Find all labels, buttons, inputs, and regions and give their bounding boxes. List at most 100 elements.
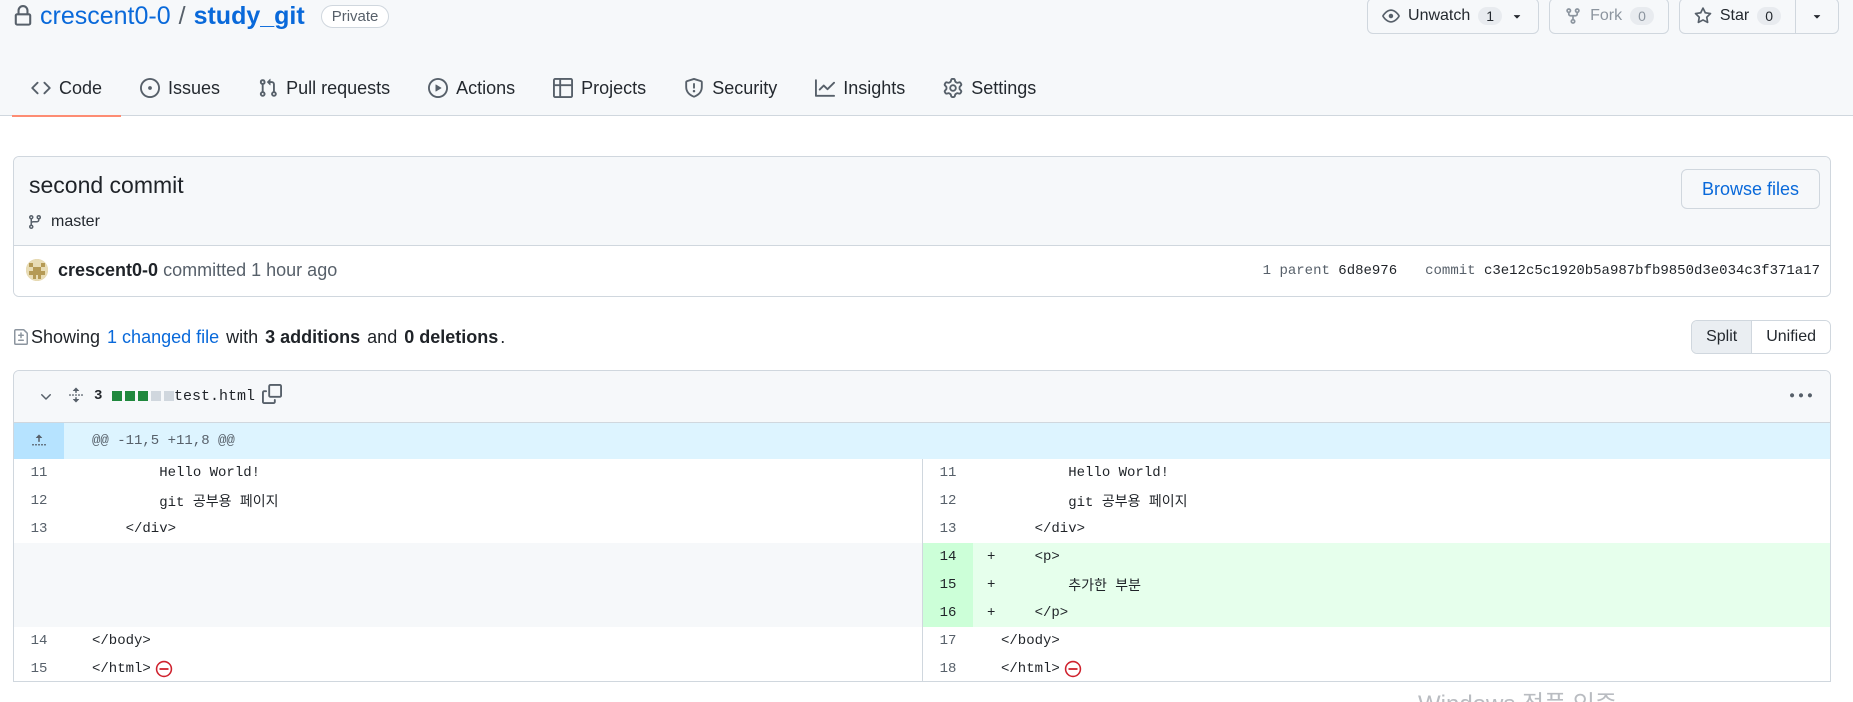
- context-marker: [987, 465, 1001, 481]
- branch-name[interactable]: master: [51, 213, 100, 231]
- shield-icon: [685, 78, 703, 98]
- repo-title: crescent0-0 / study_git Private: [12, 0, 390, 32]
- watch-button-group: Unwatch 1: [1367, 0, 1540, 34]
- diffstat-block-neutral: [164, 391, 175, 401]
- repo-owner-link[interactable]: crescent0-0: [40, 2, 171, 31]
- code-cell: Hello World!: [64, 459, 922, 487]
- line-number[interactable]: 14: [923, 543, 973, 571]
- file-header: 3 test.html: [14, 371, 1830, 423]
- tab-actions-label: Actions: [456, 77, 516, 98]
- tab-issues-label: Issues: [168, 77, 221, 98]
- code-cell: + <p>: [973, 543, 1830, 571]
- star-button[interactable]: Star 0: [1680, 0, 1795, 33]
- diff-summary: Showing 1 changed file with 3 additions …: [13, 327, 505, 348]
- split-view-button[interactable]: Split: [1692, 321, 1753, 353]
- code-cell: </html>: [64, 655, 922, 681]
- expand-up-button[interactable]: [14, 423, 64, 459]
- tab-security-label: Security: [712, 77, 778, 98]
- copy-icon[interactable]: [262, 384, 282, 404]
- tab-code[interactable]: Code: [12, 60, 122, 117]
- author-link[interactable]: crescent0-0: [58, 260, 158, 280]
- parent-sha-link[interactable]: 6d8e976: [1338, 263, 1397, 279]
- tab-pull-requests-label: Pull requests: [286, 77, 391, 98]
- browse-files-button[interactable]: Browse files: [1680, 169, 1820, 209]
- commit-label: commit: [1425, 263, 1476, 279]
- commit-author-line: crescent0-0 committed 1 hour ago: [58, 260, 337, 281]
- avatar[interactable]: [26, 259, 48, 281]
- code-cell: [64, 599, 922, 627]
- line-number: [14, 543, 64, 571]
- fork-button[interactable]: Fork 0: [1550, 0, 1668, 33]
- path-separator: /: [178, 1, 186, 30]
- line-number[interactable]: 11: [923, 459, 973, 487]
- diffstat-block-added: [138, 391, 149, 401]
- line-number[interactable]: 17: [923, 627, 973, 655]
- unified-view-button[interactable]: Unified: [1752, 321, 1830, 353]
- hunk-header-text: @@ -11,5 +11,8 @@: [92, 433, 235, 449]
- diff-row-context: 14 </body>: [14, 627, 922, 655]
- addition-marker: +: [987, 577, 996, 593]
- diff-left-side: 11 Hello World! 12 git 공부용 페이지 13 </div> 14…: [14, 459, 922, 681]
- table-icon: [553, 78, 574, 98]
- tab-projects[interactable]: Projects: [534, 60, 665, 116]
- tab-actions[interactable]: Actions: [409, 60, 534, 116]
- code-cell: Hello World!: [973, 459, 1830, 487]
- tab-insights-label: Insights: [843, 77, 906, 98]
- changed-files-link[interactable]: 1 changed file: [107, 327, 219, 348]
- context-marker: [78, 633, 92, 649]
- line-number[interactable]: 14: [14, 627, 64, 655]
- diffstat-block-neutral: [151, 391, 162, 401]
- code-cell: [64, 543, 922, 571]
- commit-shas: 1 parent 6d8e976 commit c3e12c5c1920b5a9…: [1263, 263, 1820, 279]
- star-label: Star: [1719, 7, 1750, 24]
- commit-box: second commit master Browse files cresce…: [13, 156, 1831, 297]
- tab-settings[interactable]: Settings: [924, 60, 1055, 116]
- kebab-horizontal-icon[interactable]: [1790, 385, 1812, 407]
- and-text: and: [367, 326, 398, 347]
- star-list-dropdown[interactable]: [1795, 0, 1838, 33]
- git-branch-icon: [28, 215, 41, 230]
- graph-icon: [815, 79, 836, 97]
- code-cell: + </p>: [973, 599, 1830, 627]
- line-number[interactable]: 12: [923, 487, 973, 515]
- tab-security[interactable]: Security: [665, 60, 796, 116]
- file-diff-icon: [14, 329, 28, 345]
- line-number[interactable]: 18: [923, 655, 973, 681]
- line-number[interactable]: 16: [923, 599, 973, 627]
- context-marker: [987, 633, 1001, 649]
- hunk-header: @@ -11,5 +11,8 @@: [14, 423, 1830, 459]
- code-icon: [31, 81, 51, 95]
- tab-pull-requests[interactable]: Pull requests: [239, 60, 409, 116]
- file-name-link[interactable]: test.html: [174, 388, 255, 405]
- repo-actions: Unwatch 1 Fork 0 Star 0: [1367, 0, 1839, 34]
- line-number[interactable]: 13: [923, 515, 973, 543]
- triangle-down-icon: [1813, 15, 1821, 19]
- diff-row-empty: [14, 571, 922, 599]
- diff-row-context: 11 Hello World!: [923, 459, 1830, 487]
- line-number[interactable]: 11: [14, 459, 64, 487]
- context-marker: [78, 465, 92, 481]
- line-number[interactable]: 13: [14, 515, 64, 543]
- chevron-down-icon[interactable]: [38, 389, 54, 405]
- diff-view-toggle: Split Unified: [1691, 320, 1831, 354]
- unwatch-button[interactable]: Unwatch 1: [1368, 0, 1538, 33]
- unfold-icon[interactable]: [68, 385, 84, 405]
- tab-issues[interactable]: Issues: [121, 60, 239, 116]
- line-number[interactable]: 12: [14, 487, 64, 515]
- addition-marker: +: [987, 605, 996, 621]
- code-text: </body>: [1001, 633, 1060, 649]
- tab-insights[interactable]: Insights: [796, 60, 924, 116]
- code-cell: [64, 571, 922, 599]
- diff-row-addition: 14 + <p>: [923, 543, 1830, 571]
- commit-meta-bar: crescent0-0 committed 1 hour ago 1 paren…: [14, 246, 1830, 296]
- code-text: </div>: [92, 521, 177, 537]
- line-number[interactable]: 15: [14, 655, 64, 681]
- code-cell: git 공부용 페이지: [973, 487, 1830, 515]
- line-number[interactable]: 15: [923, 571, 973, 599]
- code-cell: + 추가한 부분: [973, 571, 1830, 599]
- lock-icon: [12, 5, 34, 27]
- triangle-down-icon[interactable]: [1510, 9, 1524, 23]
- repo-name-link[interactable]: study_git: [194, 2, 305, 31]
- star-icon: [1694, 7, 1712, 24]
- fork-label: Fork: [1590, 7, 1623, 24]
